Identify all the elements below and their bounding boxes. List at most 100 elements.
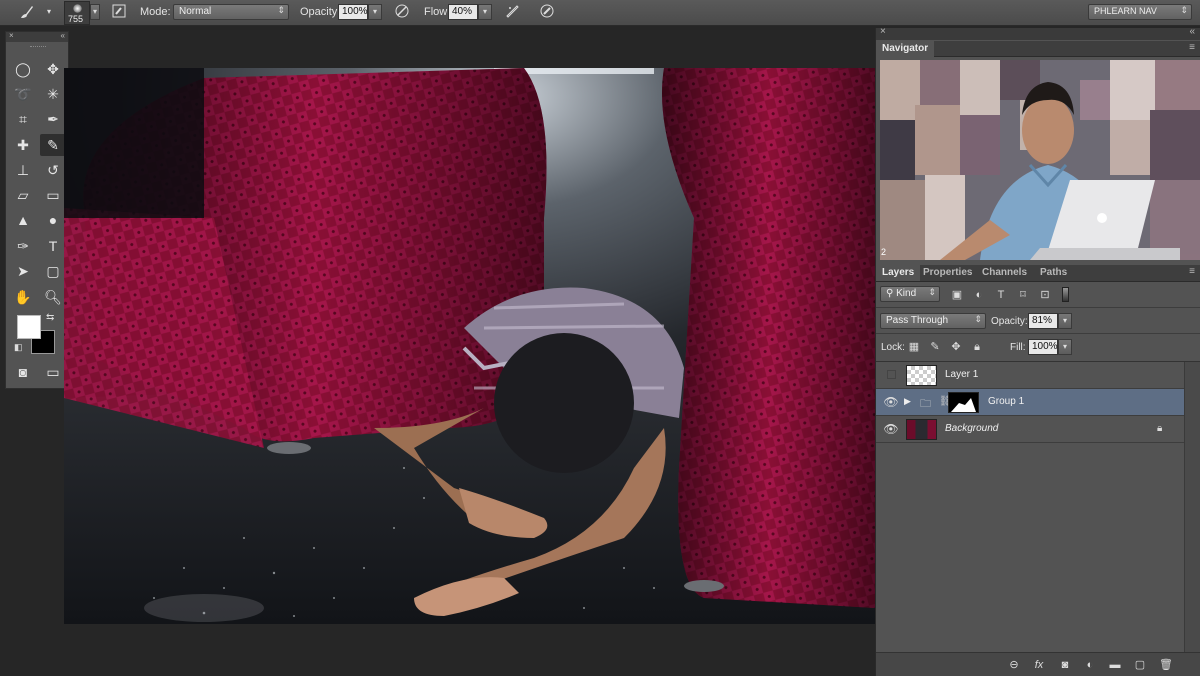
layers-bottom-bar: ⊖ fx ◙ ◐ ▬ ▢ 🗑︎	[876, 652, 1200, 676]
navigator-preview[interactable]: 2	[880, 60, 1200, 260]
add-mask-icon[interactable]: ◙	[1058, 658, 1072, 672]
fx-icon[interactable]: fx	[1032, 658, 1046, 672]
brush-preset-picker[interactable]: 755	[64, 1, 90, 25]
fill-dropdown[interactable]: ▾	[1058, 339, 1072, 355]
shape-filter-icon[interactable]: ⌑	[1016, 288, 1030, 302]
layer-row-background[interactable]: 👁︎ Background 🔒︎	[876, 416, 1184, 443]
panel-menu-icon[interactable]: ≡	[1189, 42, 1195, 53]
brush-preset-dropdown[interactable]: ▾	[90, 4, 100, 20]
history-brush-icon[interactable]: ↺	[40, 159, 66, 181]
navigator-tabbar: Navigator ≡	[876, 41, 1200, 57]
tab-channels[interactable]: Channels	[976, 265, 1033, 281]
move-tool-icon[interactable]: ✥	[40, 58, 66, 80]
brush-tip-icon	[73, 4, 82, 13]
tab-layers[interactable]: Layers	[876, 265, 921, 281]
canvas-image	[64, 68, 875, 624]
hand-icon[interactable]: ✋	[10, 286, 36, 308]
layers-scrollbar[interactable]	[1184, 362, 1200, 652]
pressure-opacity-icon[interactable]	[393, 3, 411, 21]
zoom-icon[interactable]: 🔍︎	[40, 286, 66, 308]
clone-stamp-icon[interactable]: ⊥	[10, 159, 36, 181]
close-icon[interactable]: ×	[9, 31, 14, 40]
link-layers-icon[interactable]: ⊖	[1007, 658, 1021, 672]
layer-row-layer-1[interactable]: Layer 1	[876, 362, 1184, 389]
crop-icon[interactable]: ⌗	[10, 108, 36, 130]
panel-menu-icon[interactable]: ≡	[1189, 266, 1195, 277]
lasso-icon[interactable]: ➰	[10, 83, 36, 105]
type-icon[interactable]: T	[40, 235, 66, 257]
tools-panel-header[interactable]: × «	[6, 31, 68, 42]
layer-name[interactable]: Group 1	[988, 396, 1024, 407]
expand-triangle-icon[interactable]: ▶	[904, 396, 911, 407]
layer-row-group-1[interactable]: 👁︎ ▶ 🗀 ⛓ Group 1	[876, 389, 1184, 416]
collapse-icon[interactable]: «	[1189, 26, 1195, 37]
pressure-size-icon[interactable]	[538, 3, 556, 21]
mode-label: Mode:	[140, 6, 171, 18]
brush-tool-icon[interactable]	[18, 3, 36, 21]
tab-navigator[interactable]: Navigator	[876, 41, 935, 57]
close-icon[interactable]: ×	[880, 26, 886, 37]
blur-icon[interactable]: ▲	[10, 209, 36, 231]
smart-object-filter-icon[interactable]: ⊡	[1038, 288, 1052, 302]
mask-thumbnail[interactable]	[948, 392, 979, 413]
new-adjustment-icon[interactable]: ◐	[1083, 658, 1097, 672]
mode-select[interactable]: Normal ⇕	[173, 4, 289, 20]
brush-icon[interactable]: ✎	[40, 134, 66, 156]
eraser-icon[interactable]: ▱	[10, 184, 36, 206]
adjustment-filter-icon[interactable]: ◐	[972, 288, 986, 302]
airbrush-icon[interactable]	[503, 3, 521, 21]
healing-brush-icon[interactable]: ✚	[10, 134, 36, 156]
opacity-field[interactable]: 100%	[338, 4, 368, 20]
lock-image-icon[interactable]: ✎	[928, 340, 942, 354]
visibility-toggle-empty[interactable]	[883, 367, 899, 383]
layer-name[interactable]: Layer 1	[945, 369, 978, 380]
chevron-down-icon[interactable]: ▾	[40, 3, 58, 21]
layer-name[interactable]: Background	[945, 423, 998, 434]
fill-field[interactable]: 100%	[1028, 339, 1058, 355]
workspace-select[interactable]: PHLEARN NAV ⇕	[1088, 4, 1192, 20]
navigator-corner-number: 2	[881, 247, 887, 257]
rectangle-shape-icon[interactable]: ▢	[40, 260, 66, 282]
navigator-thumbnail	[880, 60, 1200, 260]
layer-filter-select[interactable]: ⚲ Kind ⇕	[880, 286, 940, 302]
flow-dropdown[interactable]: ▾	[478, 4, 492, 20]
magic-wand-icon[interactable]: ✳	[40, 83, 66, 105]
document-canvas[interactable]	[64, 68, 875, 624]
pen-icon[interactable]: ✑	[10, 235, 36, 257]
elliptical-marquee-icon[interactable]: ◯	[10, 58, 36, 80]
eye-icon[interactable]: 👁︎	[883, 394, 899, 410]
path-selection-icon[interactable]: ➤	[10, 260, 36, 282]
collapse-icon[interactable]: «	[61, 31, 65, 40]
eye-icon[interactable]: 👁︎	[883, 421, 899, 437]
trash-icon[interactable]: 🗑︎	[1159, 658, 1173, 672]
swap-colors-icon[interactable]: ⇆	[46, 312, 54, 323]
dock-header[interactable]: × «	[876, 26, 1200, 40]
grip-handle[interactable]	[30, 46, 46, 48]
new-layer-icon[interactable]: ▢	[1133, 658, 1147, 672]
layer-opacity-dropdown[interactable]: ▾	[1058, 313, 1072, 329]
filter-toggle[interactable]	[1062, 287, 1069, 302]
opacity-dropdown[interactable]: ▾	[368, 4, 382, 20]
new-group-icon[interactable]: ▬	[1108, 658, 1122, 672]
lock-position-icon[interactable]: ✥	[949, 340, 963, 354]
quick-mask-icon[interactable]: ◙	[10, 361, 36, 383]
brush-size: 755	[68, 14, 84, 24]
tab-properties[interactable]: Properties	[917, 265, 978, 281]
tab-paths[interactable]: Paths	[1034, 265, 1073, 281]
default-colors-icon[interactable]: ◧	[14, 342, 23, 353]
blend-mode-select[interactable]: Pass Through ⇕	[880, 313, 986, 329]
flow-field[interactable]: 40%	[448, 4, 478, 20]
divider	[876, 333, 1200, 334]
brush-panel-toggle-icon[interactable]	[110, 3, 128, 21]
screen-mode-icon[interactable]: ▭	[40, 361, 66, 383]
layer-opacity-field[interactable]: 81%	[1028, 313, 1058, 329]
gradient-icon[interactable]: ▭	[40, 184, 66, 206]
lock-all-icon[interactable]: 🔒︎	[970, 340, 984, 354]
lock-transparent-icon[interactable]: ▦	[907, 340, 921, 354]
dodge-icon[interactable]: ●	[40, 209, 66, 231]
pixel-filter-icon[interactable]: ▣	[950, 288, 964, 302]
foreground-color-swatch-top[interactable]	[17, 315, 41, 339]
eyedropper-icon[interactable]: ✒	[40, 108, 66, 130]
type-filter-icon[interactable]: T	[994, 288, 1008, 302]
folder-icon: 🗀	[920, 398, 931, 410]
